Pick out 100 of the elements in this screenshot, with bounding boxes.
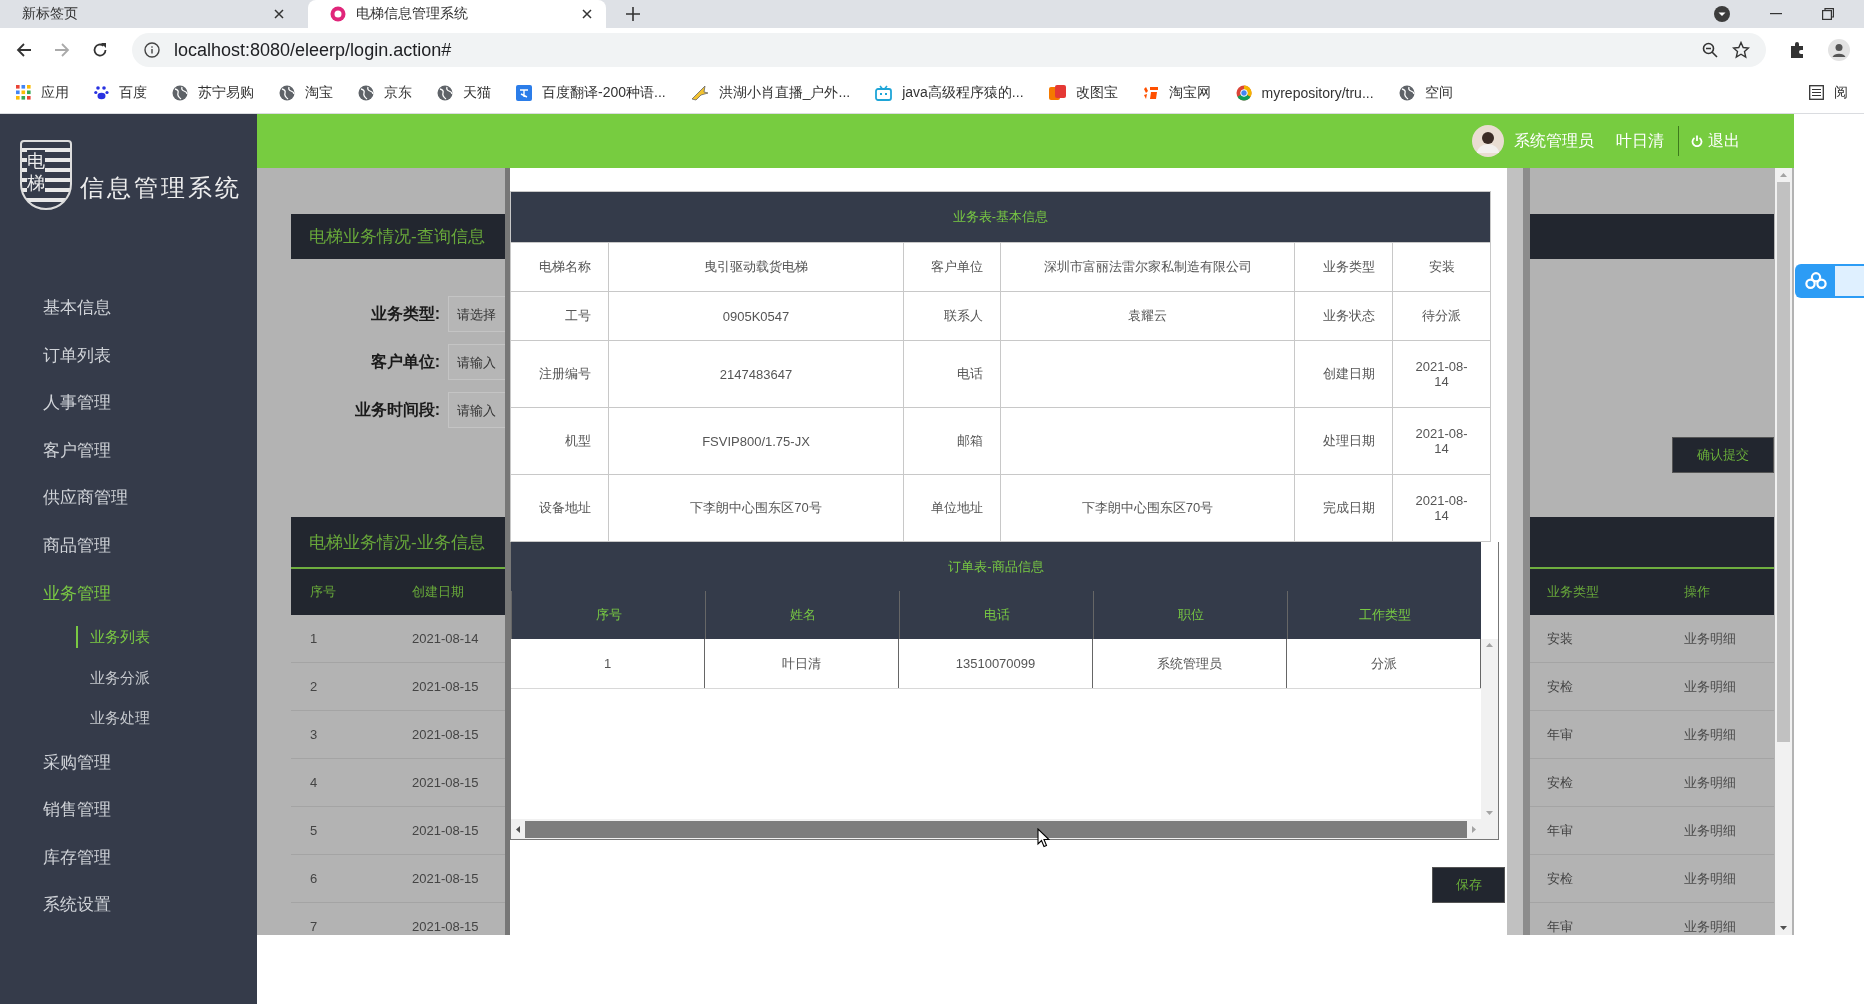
reading-list[interactable]: 阅 bbox=[1809, 83, 1848, 102]
field-label: 工号 bbox=[510, 291, 609, 341]
close-icon[interactable] bbox=[582, 9, 592, 19]
bookmark[interactable]: 洪湖小肖直播_户外... bbox=[690, 83, 851, 102]
field-label: 电话 bbox=[903, 340, 1001, 408]
nav-item[interactable]: 采购管理 bbox=[0, 738, 257, 787]
table-cell: 7 bbox=[310, 919, 318, 934]
table-cell: 1 bbox=[310, 631, 318, 646]
table-cell: 2021-08-14 bbox=[1392, 407, 1491, 475]
table-cell: 2021-08-14 bbox=[412, 631, 479, 646]
detail-link[interactable]: 业务明细 bbox=[1684, 917, 1736, 935]
table-cell: 安装 bbox=[1547, 629, 1573, 648]
browser-tab[interactable]: 新标签页 bbox=[0, 0, 298, 28]
field-label: 业务时间段: bbox=[353, 399, 440, 420]
profile-icon[interactable] bbox=[1828, 39, 1850, 61]
detail-link[interactable]: 业务明细 bbox=[1684, 725, 1736, 744]
nav-item[interactable]: 销售管理 bbox=[0, 786, 257, 834]
nav-item[interactable]: 商品管理 bbox=[0, 521, 257, 570]
nav-item[interactable]: 业务管理 bbox=[0, 569, 257, 618]
detail-link[interactable]: 业务明细 bbox=[1684, 677, 1736, 696]
paw-icon bbox=[94, 85, 109, 100]
table-cell: 5 bbox=[310, 823, 318, 838]
user-name: 叶日清 bbox=[1616, 130, 1664, 151]
field-label: 注册编号 bbox=[510, 340, 609, 408]
bird-icon bbox=[690, 84, 709, 101]
save-button[interactable]: 保存 bbox=[1432, 867, 1505, 903]
close-icon[interactable] bbox=[274, 9, 284, 19]
nav-item[interactable]: 系统设置 bbox=[0, 881, 257, 930]
puzzle-icon[interactable] bbox=[1788, 41, 1806, 59]
column-header: 业务类型 bbox=[1547, 583, 1599, 601]
table-cell: 2021-08-14 bbox=[1392, 340, 1491, 408]
table-cell: 下李朗中心围东区70号 bbox=[1000, 474, 1295, 542]
info-icon[interactable] bbox=[144, 42, 160, 58]
globe-icon bbox=[358, 84, 374, 101]
table-cell: 深圳市富丽法雷尔家私制造有限公司 bbox=[1000, 242, 1295, 292]
table-cell: 4 bbox=[310, 775, 318, 790]
field-label: 业务类型 bbox=[1294, 242, 1393, 292]
table-cell: 2 bbox=[310, 679, 318, 694]
bookmark[interactable]: 百度翻译-200种语... bbox=[516, 83, 666, 102]
bookmark[interactable]: 淘宝网 bbox=[1142, 83, 1211, 102]
bookmark[interactable]: 百度 bbox=[94, 83, 147, 102]
avatar[interactable] bbox=[1472, 125, 1504, 157]
new-tab-icon[interactable] bbox=[626, 7, 640, 21]
column-header: 创建日期 bbox=[412, 583, 464, 601]
cloud-widget[interactable] bbox=[1795, 264, 1864, 298]
bookmark[interactable]: 淘宝 bbox=[279, 83, 333, 102]
table-cell: 2021-08-15 bbox=[412, 823, 479, 838]
nav-subitem[interactable]: 业务分派 bbox=[0, 657, 257, 699]
bookmark[interactable]: java高级程序猿的... bbox=[875, 83, 1024, 102]
star-icon[interactable] bbox=[1732, 41, 1750, 59]
table-cell: 1 bbox=[511, 639, 705, 688]
column-header: 序号 bbox=[310, 583, 336, 601]
maximize-icon[interactable] bbox=[1822, 8, 1834, 20]
table-cell: FSVIP800/1.75-JX bbox=[608, 407, 904, 475]
nav-item[interactable]: 订单列表 bbox=[0, 331, 257, 380]
submit-button[interactable]: 确认提交 bbox=[1672, 437, 1774, 473]
back-icon[interactable] bbox=[16, 42, 32, 58]
address-bar[interactable]: localhost:8080/eleerp/login.action# bbox=[132, 33, 1766, 67]
table-cell: 2021-08-15 bbox=[412, 871, 479, 886]
squares-icon bbox=[1048, 84, 1066, 101]
column-header: 序号 bbox=[511, 591, 705, 639]
nav-item[interactable]: 客户管理 bbox=[0, 426, 257, 475]
bookmark[interactable]: 苏宁易购 bbox=[172, 83, 254, 102]
globe-icon bbox=[279, 84, 295, 101]
table-cell: 系统管理员 bbox=[1093, 639, 1287, 688]
bookmark[interactable]: 天猫 bbox=[437, 83, 491, 102]
table-cell: 年审 bbox=[1547, 725, 1573, 744]
table-cell: 2021-08-15 bbox=[412, 727, 479, 742]
table-cell: 6 bbox=[310, 871, 318, 886]
detail-link[interactable]: 业务明细 bbox=[1684, 773, 1736, 792]
reload-icon[interactable] bbox=[92, 42, 108, 58]
detail-link[interactable]: 业务明细 bbox=[1684, 821, 1736, 840]
table-cell: 2021-08-15 bbox=[412, 679, 479, 694]
table-title: 订单表-商品信息 bbox=[511, 542, 1481, 591]
bookmark[interactable]: myrepository/tru... bbox=[1235, 84, 1374, 101]
browser-tab[interactable]: 电梯信息管理系统 bbox=[308, 0, 606, 28]
list-icon bbox=[1809, 85, 1824, 100]
nav-subitem[interactable]: 业务处理 bbox=[0, 698, 257, 739]
panel-title: 电梯业务情况-查询信息 bbox=[309, 226, 485, 248]
field-label: 电梯名称 bbox=[510, 242, 609, 292]
field-label: 业务状态 bbox=[1294, 291, 1393, 341]
dropdown-icon[interactable] bbox=[1714, 6, 1730, 22]
shield-logo: 电 梯 bbox=[20, 140, 72, 210]
nav-item[interactable]: 人事管理 bbox=[0, 379, 257, 427]
table-cell: 安检 bbox=[1547, 773, 1573, 792]
field-label: 单位地址 bbox=[903, 474, 1001, 542]
bookmark[interactable]: 改图宝 bbox=[1048, 83, 1118, 102]
bookmark[interactable]: 空间 bbox=[1398, 83, 1453, 102]
globe-icon bbox=[1398, 84, 1415, 101]
detail-link[interactable]: 业务明细 bbox=[1684, 629, 1736, 648]
nav-item[interactable]: 库存管理 bbox=[0, 833, 257, 882]
zoom-icon[interactable] bbox=[1702, 42, 1718, 58]
nav-item[interactable]: 供应商管理 bbox=[0, 474, 257, 522]
minimize-icon[interactable] bbox=[1770, 13, 1782, 15]
nav-item[interactable]: 基本信息 bbox=[0, 284, 257, 332]
table-cell: 袁耀云 bbox=[1000, 291, 1295, 341]
bookmark[interactable]: 应用 bbox=[16, 83, 69, 102]
user-role: 系统管理员 bbox=[1514, 130, 1594, 151]
bookmark[interactable]: 京东 bbox=[358, 83, 412, 102]
detail-link[interactable]: 业务明细 bbox=[1684, 869, 1736, 888]
